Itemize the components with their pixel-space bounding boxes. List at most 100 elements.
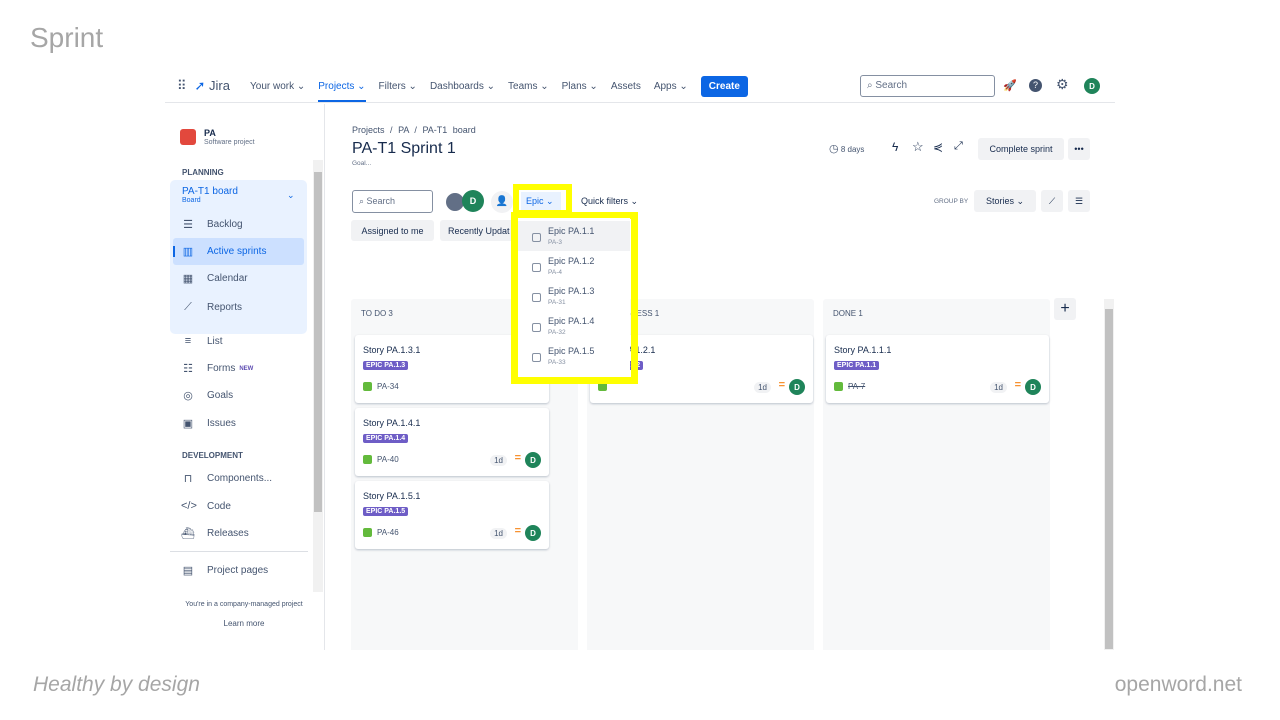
sidebar-item-forms[interactable]: ☷ Forms NEW: [181, 362, 253, 375]
column-header: TO DO 3: [361, 309, 393, 318]
nav-teams[interactable]: Teams ⌄: [508, 81, 549, 92]
nav-assets[interactable]: Assets: [611, 81, 641, 92]
assignee-avatar[interactable]: D: [789, 379, 805, 395]
recently-updated-filter[interactable]: Recently Updat: [440, 220, 520, 241]
epic-option[interactable]: Epic PA.1.2 PA-4: [518, 251, 630, 281]
epic-option-key: PA-3: [548, 239, 562, 246]
divider: [170, 551, 308, 552]
quick-filters-button[interactable]: Quick filters ⌄: [581, 196, 638, 207]
slide-title: Sprint: [30, 22, 104, 53]
epic-option-key: PA-4: [548, 269, 562, 276]
add-people-icon[interactable]: 👤: [491, 191, 513, 213]
column-2: DONE 1 Story PA.1.1.1 EPIC PA.1.1 PA-7 1d =…: [823, 299, 1050, 650]
issue-key[interactable]: PA-34: [363, 382, 399, 391]
issue-key[interactable]: PA-7: [834, 382, 865, 391]
nav-dashboards[interactable]: Dashboards ⌄: [430, 81, 495, 92]
epic-option[interactable]: Epic PA.1.4 PA-32: [518, 311, 630, 341]
nav-plans[interactable]: Plans ⌄: [562, 81, 598, 92]
issue-card[interactable]: Story PA.1.4.1 EPIC PA.1.4 PA-40 1d = D: [355, 408, 549, 476]
epic-dropdown: Epic PA.1.1 PA-3 Epic PA.1.2 PA-4 Epic PA.1.…: [518, 218, 630, 377]
global-search-input[interactable]: ⌕ Search: [860, 75, 995, 97]
clock-icon: ◷: [829, 143, 839, 155]
add-column-button[interactable]: +: [1054, 298, 1076, 320]
fullscreen-icon[interactable]: ⤢: [954, 140, 963, 153]
more-actions-button[interactable]: •••: [1068, 138, 1090, 160]
view-settings-button[interactable]: ☰: [1068, 190, 1090, 212]
share-icon[interactable]: ⋞: [933, 140, 943, 154]
group-by-select[interactable]: Stories ⌄: [974, 190, 1036, 212]
assignee-avatar[interactable]: D: [1025, 379, 1041, 395]
sidebar-item-calendar[interactable]: ▦ Calendar: [181, 272, 248, 285]
sidebar-item-active-sprints[interactable]: ▥ Active sprints: [181, 245, 267, 258]
backlog-icon: ☰: [183, 219, 193, 231]
sprint-goal[interactable]: Goal...: [352, 160, 371, 167]
new-badge: NEW: [239, 365, 254, 372]
profile-avatar[interactable]: D: [1084, 78, 1100, 94]
board-selector[interactable]: PA-T1 board Board: [182, 186, 238, 204]
epic-option[interactable]: Epic PA.1.3 PA-31: [518, 281, 630, 311]
estimate: 1d: [490, 528, 507, 539]
nav-apps[interactable]: Apps ⌄: [654, 81, 688, 92]
assignee-avatar[interactable]: D: [525, 452, 541, 468]
complete-sprint-button[interactable]: Complete sprint: [978, 138, 1064, 160]
calendar-icon: ▦: [182, 273, 194, 285]
project-icon: [180, 129, 196, 145]
epic-option-key: PA-31: [548, 299, 566, 306]
breadcrumb-projects[interactable]: Projects: [352, 125, 385, 135]
sidebar-item-goals[interactable]: ◎ Goals: [181, 389, 233, 402]
epic-lozenge: EPIC PA.1.4: [363, 434, 409, 443]
sidebar-item-code[interactable]: </> Code: [181, 500, 231, 512]
breadcrumb: Projects / PA / PA-T1 board: [352, 125, 476, 135]
help-icon[interactable]: ?: [1029, 79, 1042, 92]
board-scrollbar[interactable]: [1104, 299, 1114, 650]
breadcrumb-pa[interactable]: PA: [398, 125, 409, 135]
assigned-to-me-filter[interactable]: Assigned to me: [351, 220, 434, 241]
nav-filters[interactable]: Filters ⌄: [379, 81, 417, 92]
sidebar-item-reports[interactable]: ⟋ Reports: [181, 301, 242, 314]
story-icon: [363, 528, 372, 537]
nav-your-work[interactable]: Your work ⌄: [250, 81, 305, 92]
automation-icon[interactable]: ϟ: [892, 140, 898, 154]
settings-icon[interactable]: ⚙: [1056, 76, 1069, 93]
sidebar-item-project-pages[interactable]: ▤ Project pages: [181, 564, 268, 577]
epic-option-label: Epic PA.1.5: [548, 346, 595, 356]
issue-card[interactable]: Story PA.1.5.1 EPIC PA.1.5 PA-46 1d = D: [355, 481, 549, 549]
epic-option[interactable]: Epic PA.1.5 PA-33: [518, 341, 630, 371]
breadcrumb-board[interactable]: PA-T1 board: [422, 125, 475, 135]
list-icon: ≡: [184, 335, 192, 347]
estimate: 1d: [990, 382, 1007, 393]
sidebar-item-backlog[interactable]: ☰ Backlog: [181, 218, 243, 231]
checkbox[interactable]: [532, 263, 541, 272]
issue-key[interactable]: PA-46: [363, 528, 399, 537]
sidebar-item-issues[interactable]: ▣ Issues: [181, 417, 236, 430]
code-icon: </>: [181, 500, 197, 512]
insights-button[interactable]: ⟋: [1041, 190, 1063, 212]
sidebar-scrollbar[interactable]: [313, 160, 323, 592]
learn-more-link[interactable]: Learn more: [165, 619, 323, 628]
sidebar-item-list[interactable]: ≡ List: [181, 335, 223, 347]
epic-lozenge: EPIC PA.1.1: [834, 361, 880, 370]
checkbox[interactable]: [532, 293, 541, 302]
create-button[interactable]: Create: [700, 75, 748, 97]
sidebar-item-releases[interactable]: ⛴ Releases: [181, 527, 249, 540]
epic-option[interactable]: Epic PA.1.1 PA-3: [518, 221, 630, 251]
checkbox[interactable]: [532, 233, 541, 242]
issue-key[interactable]: PA-40: [363, 455, 399, 464]
notifications-icon[interactable]: 🚀: [1003, 79, 1017, 92]
board-search-input[interactable]: ⌕ Search: [352, 190, 433, 213]
sidebar-item-components[interactable]: ⊓ Components...: [181, 472, 272, 485]
issue-card[interactable]: Story PA.1.1.1 EPIC PA.1.1 PA-7 1d = D: [826, 335, 1049, 403]
story-icon: [834, 382, 843, 391]
jira-logo[interactable]: ➚ Jira: [195, 78, 230, 94]
star-icon[interactable]: ☆: [912, 139, 924, 155]
user-avatar-filter[interactable]: D: [462, 190, 484, 212]
assignee-avatar[interactable]: D: [525, 525, 541, 541]
chevron-down-icon[interactable]: ⌄: [287, 190, 295, 201]
checkbox[interactable]: [532, 323, 541, 332]
project-name[interactable]: PA: [204, 128, 216, 138]
group-by-label: GROUP BY: [934, 198, 969, 205]
checkbox[interactable]: [532, 353, 541, 362]
app-switcher-icon[interactable]: ⠿: [177, 78, 187, 94]
main-content: Projects / PA / PA-T1 board PA-T1 Sprint…: [326, 104, 1115, 650]
nav-projects[interactable]: Projects ⌄: [318, 81, 366, 102]
